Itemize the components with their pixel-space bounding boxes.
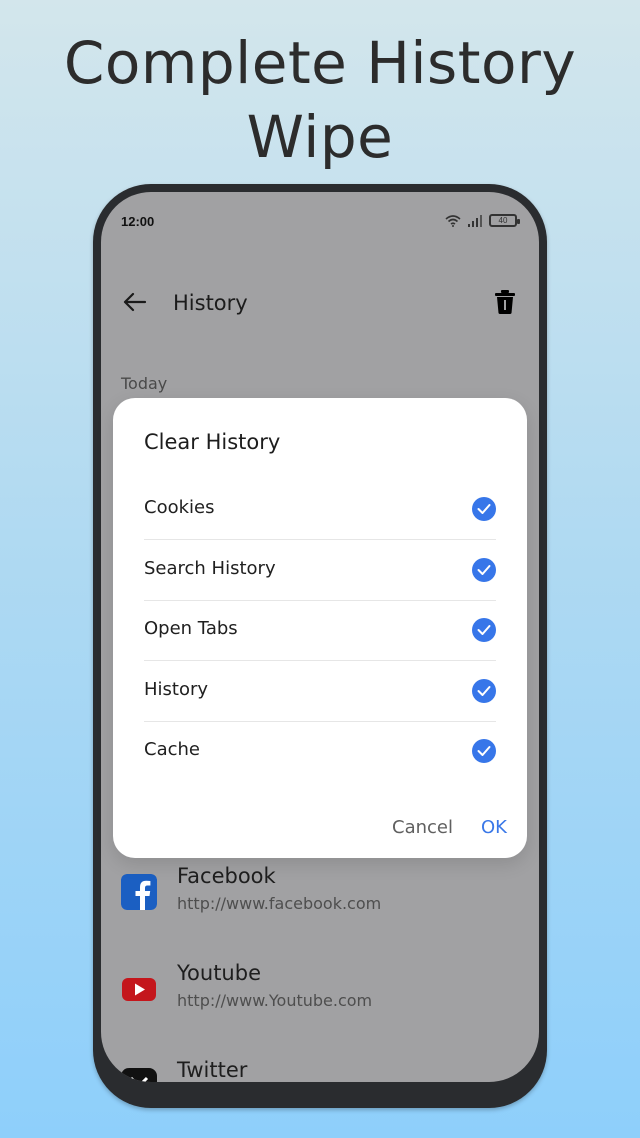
battery-icon: 40 — [489, 214, 520, 227]
history-item-url: http://www.facebook.com — [177, 894, 382, 913]
battery-level: 40 — [498, 216, 508, 225]
dialog-actions: Cancel OK — [392, 817, 507, 838]
ok-button[interactable]: OK — [481, 817, 507, 838]
history-item-title: Twitter — [177, 1058, 248, 1082]
option-label: History — [144, 679, 209, 700]
checkbox-checked-icon[interactable] — [472, 739, 496, 763]
option-cache[interactable]: Cache — [144, 722, 496, 782]
back-arrow-icon[interactable] — [121, 290, 147, 314]
option-label: Cache — [144, 739, 200, 760]
option-label: Cookies — [144, 497, 215, 518]
history-item-url: http://www.Youtube.com — [177, 991, 373, 1010]
checkbox-checked-icon[interactable] — [472, 679, 496, 703]
promo-headline: Complete History Wipe — [0, 26, 640, 174]
history-item-facebook[interactable]: Facebook http://www.facebook.com — [101, 860, 539, 940]
checkbox-checked-icon[interactable] — [472, 618, 496, 642]
history-item-title: Youtube — [177, 961, 261, 985]
option-label: Search History — [144, 558, 276, 579]
option-cookies[interactable]: Cookies — [144, 480, 496, 540]
checkbox-checked-icon[interactable] — [472, 558, 496, 582]
section-label-today: Today — [121, 374, 168, 393]
signal-icon — [468, 214, 482, 227]
youtube-icon — [122, 978, 156, 1001]
promo-headline-line2: Wipe — [246, 103, 394, 171]
dialog-title: Clear History — [144, 430, 281, 454]
option-history[interactable]: History — [144, 662, 496, 722]
promo-headline-line1: Complete History — [63, 29, 577, 97]
history-item-twitter[interactable]: Twitter — [101, 1054, 539, 1082]
option-open-tabs[interactable]: Open Tabs — [144, 601, 496, 661]
status-icons: 40 — [445, 214, 520, 227]
page-title: History — [173, 291, 248, 315]
history-item-title: Facebook — [177, 864, 276, 888]
facebook-icon — [121, 874, 157, 910]
cancel-button[interactable]: Cancel — [392, 817, 453, 838]
trash-icon[interactable] — [493, 289, 517, 315]
clear-history-dialog: Clear History Cookies Search History Ope… — [113, 398, 527, 858]
x-icon — [121, 1068, 157, 1082]
app-bar: History — [101, 277, 539, 327]
option-label: Open Tabs — [144, 618, 238, 639]
wifi-icon — [445, 214, 461, 227]
history-item-youtube[interactable]: Youtube http://www.Youtube.com — [101, 957, 539, 1037]
checkbox-checked-icon[interactable] — [472, 497, 496, 521]
option-search-history[interactable]: Search History — [144, 541, 496, 601]
status-bar: 12:00 40 — [101, 192, 539, 252]
status-time: 12:00 — [121, 214, 155, 229]
